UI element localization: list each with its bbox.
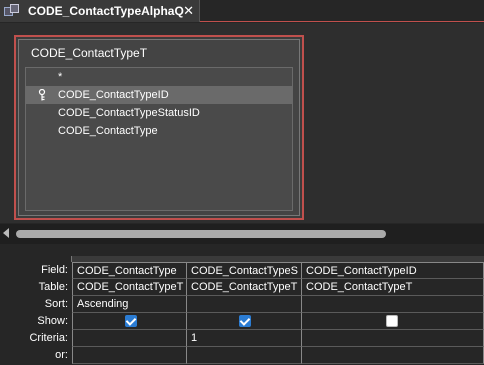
field-list-item-all[interactable]: * (26, 68, 292, 86)
field-list-item-contacttypestatusid[interactable]: CODE_ContactTypeStatusID (26, 104, 292, 122)
grid-cell-show (72, 313, 187, 330)
query-design-grid: Field: Table: Sort: Show: Criteria: or: … (0, 246, 484, 365)
show-checkbox[interactable] (239, 315, 251, 327)
field-name: CODE_ContactTypeID (58, 89, 169, 101)
query-tab-title: CODE_ContactTypeAlphaQ (28, 4, 184, 18)
grid-cell-or[interactable] (187, 347, 302, 364)
grid-cell-field[interactable]: CODE_ContactTypeID (302, 262, 484, 279)
field-list-item-contacttypeid[interactable]: CODE_ContactTypeID (26, 86, 292, 104)
grid-cell-table[interactable]: CODE_ContactTypeT (72, 279, 187, 296)
table-field-list-window[interactable]: CODE_ContactTypeT * CODE_ContactTypeID C… (14, 35, 304, 220)
row-label-sort: Sort: (44, 298, 68, 310)
grid-cell-table[interactable]: CODE_ContactTypeT (302, 279, 484, 296)
row-label-field: Field: (41, 264, 68, 276)
field-list: * CODE_ContactTypeID CODE_ContactTypeSta… (25, 67, 293, 211)
query-tab[interactable]: CODE_ContactTypeAlphaQ ✕ (0, 0, 200, 22)
row-label-table: Table: (38, 281, 68, 293)
query-icon (4, 4, 20, 18)
field-name: CODE_ContactType (58, 125, 158, 137)
close-icon[interactable]: ✕ (183, 3, 194, 19)
document-tab-strip: CODE_ContactTypeAlphaQ ✕ (0, 0, 484, 22)
grid-cell-show (302, 313, 484, 330)
show-checkbox[interactable] (386, 315, 398, 327)
grid-cell-sort[interactable]: Ascending (72, 296, 187, 313)
grid-cell-field[interactable]: CODE_ContactTypeS (187, 262, 302, 279)
show-checkbox[interactable] (125, 315, 137, 327)
grid-cell-criteria[interactable] (72, 330, 187, 347)
query-design-pane: CODE_ContactTypeT * CODE_ContactTypeID C… (0, 23, 484, 223)
grid-cell-sort[interactable] (187, 296, 302, 313)
field-list-item-contacttype[interactable]: CODE_ContactType (26, 122, 292, 140)
grid-cell-sort[interactable] (302, 296, 484, 313)
grid-cell-criteria[interactable] (302, 330, 484, 347)
scrollbar-thumb[interactable] (16, 230, 386, 238)
table-field-list-title[interactable]: CODE_ContactTypeT (31, 46, 147, 60)
grid-cell-or[interactable] (302, 347, 484, 364)
field-name: CODE_ContactTypeStatusID (58, 107, 200, 119)
row-label-or: or: (55, 349, 68, 361)
table-field-list-frame: CODE_ContactTypeT * CODE_ContactTypeID C… (18, 39, 300, 216)
horizontal-scrollbar[interactable] (0, 224, 484, 244)
grid-cell-show (187, 313, 302, 330)
row-label-show: Show: (37, 315, 68, 327)
grid-cell-criteria[interactable]: 1 (187, 330, 302, 347)
primary-key-icon (38, 89, 46, 101)
grid-cell-or[interactable] (72, 347, 187, 364)
scroll-left-arrow-icon[interactable] (3, 228, 9, 238)
row-label-criteria: Criteria: (29, 332, 68, 344)
grid-cell-table[interactable]: CODE_ContactTypeT (187, 279, 302, 296)
grid-cell-field[interactable]: CODE_ContactType (72, 262, 187, 279)
field-name: * (58, 71, 63, 83)
